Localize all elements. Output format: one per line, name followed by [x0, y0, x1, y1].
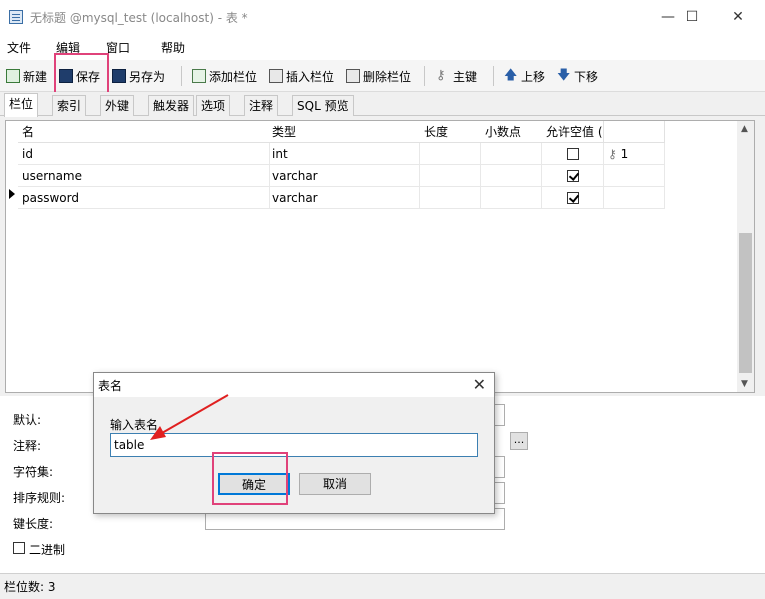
tab-foreign-keys[interactable]: 外键 [100, 95, 135, 116]
arrow-down-icon: 🡇 [557, 68, 571, 83]
row2-length[interactable] [420, 165, 481, 187]
move-down-label: 下移 [574, 69, 599, 84]
window-title: 无标题 @mysql_test (localhost) - 表 * [30, 11, 248, 25]
delete-field-label: 删除栏位 [363, 69, 412, 84]
row3-nullable-checkbox[interactable] [567, 192, 579, 204]
scroll-up-icon[interactable]: ▲ [741, 124, 748, 134]
title-bar: 无标题 @mysql_test (localhost) - 表 * — ☐ ✕ [0, 0, 765, 34]
maximize-button[interactable]: ☐ [669, 0, 715, 34]
table-designer-window: 无标题 @mysql_test (localhost) - 表 * — ☐ ✕ … [0, 0, 765, 599]
key-icon: ⚷ [436, 68, 446, 83]
close-button[interactable]: ✕ [715, 0, 761, 34]
row1-type[interactable]: int [268, 143, 420, 165]
menu-window[interactable]: 窗口 [106, 39, 130, 56]
menu-bar: 文件 编辑 窗口 帮助 [0, 34, 765, 60]
row1-decimal[interactable] [481, 143, 542, 165]
save-as-button[interactable]: 另存为 [112, 66, 165, 86]
save-as-icon [112, 69, 126, 83]
scroll-down-icon[interactable]: ▼ [741, 379, 748, 389]
table-name-label: 输入表名 [110, 418, 159, 432]
toolbar-separator [424, 66, 425, 86]
move-up-button[interactable]: 🡅 上移 [504, 66, 545, 86]
charset-label: 字符集: [13, 465, 54, 479]
header-nullable[interactable]: 允许空值 ( [542, 121, 604, 143]
menu-file[interactable]: 文件 [7, 39, 31, 56]
field-count: 栏位数: 3 [4, 580, 56, 594]
comment-ellipsis-button[interactable]: ... [510, 432, 528, 450]
tab-bar: 栏位 索引 外键 触发器 选项 注释 SQL 预览 [0, 92, 765, 117]
row2-key-cell [604, 165, 665, 187]
scroll-thumb[interactable] [739, 233, 752, 373]
row2-name[interactable]: username [18, 165, 270, 187]
insert-field-label: 插入栏位 [286, 69, 335, 84]
tab-indexes[interactable]: 索引 [52, 95, 87, 116]
new-button[interactable]: 新建 [6, 66, 47, 86]
toolbar-separator [181, 66, 182, 86]
ok-highlight-box [212, 452, 288, 505]
new-table-icon [6, 69, 20, 83]
insert-field-icon [269, 69, 283, 83]
row1-nullable-checkbox[interactable] [567, 148, 579, 160]
row1-name[interactable]: id [18, 143, 270, 165]
tab-options[interactable]: 选项 [196, 95, 231, 116]
add-field-label: 添加栏位 [209, 69, 258, 84]
arrow-up-icon: 🡅 [504, 68, 518, 83]
dialog-body: 输入表名 table 确定 取消 [94, 397, 494, 513]
move-down-button[interactable]: 🡇 下移 [557, 66, 598, 86]
table-icon [9, 10, 23, 24]
fields-grid: 名 类型 长度 小数点 允许空值 ( id int ⚷ 1 username v… [5, 120, 755, 393]
row2-decimal[interactable] [481, 165, 542, 187]
add-field-icon [192, 69, 206, 83]
row3-name[interactable]: password [18, 187, 270, 209]
row1-length[interactable] [420, 143, 481, 165]
header-decimal[interactable]: 小数点 [481, 121, 543, 143]
row3-key-cell [604, 187, 665, 209]
row3-decimal[interactable] [481, 187, 542, 209]
row3-type[interactable]: varchar [268, 187, 420, 209]
move-up-label: 上移 [521, 69, 546, 84]
menu-help[interactable]: 帮助 [161, 39, 185, 56]
row3-length[interactable] [420, 187, 481, 209]
row2-nullable-checkbox[interactable] [567, 170, 579, 182]
delete-field-button[interactable]: 删除栏位 [346, 66, 411, 86]
header-type[interactable]: 类型 [268, 121, 422, 143]
save-as-label: 另存为 [129, 69, 166, 84]
delete-field-icon [346, 69, 360, 83]
header-name[interactable]: 名 [18, 121, 272, 143]
dialog-title: 表名 [98, 379, 123, 393]
primary-key-button[interactable]: ⚷ 主键 [436, 66, 477, 86]
tab-triggers[interactable]: 触发器 [148, 95, 195, 116]
insert-field-button[interactable]: 插入栏位 [269, 66, 334, 86]
binary-label: 二进制 [29, 543, 66, 557]
toolbar: 新建 保存 另存为 添加栏位 插入栏位 删除栏位 ⚷ 主键 🡅 上移 🡇 下移 [0, 60, 765, 92]
save-highlight-box [54, 53, 109, 96]
current-row-indicator [9, 189, 15, 199]
default-label: 默认: [13, 413, 42, 427]
new-label: 新建 [23, 69, 48, 84]
table-name-dialog: 表名 ✕ 输入表名 table 确定 取消 [93, 372, 495, 514]
grid-vertical-scrollbar[interactable]: ▲ ▼ [737, 121, 754, 392]
tab-fields[interactable]: 栏位 [4, 93, 39, 117]
toolbar-separator [493, 66, 494, 86]
cancel-button[interactable]: 取消 [299, 473, 371, 495]
tab-comment[interactable]: 注释 [244, 95, 279, 116]
table-name-input[interactable]: table [110, 433, 478, 457]
collation-label: 排序规则: [13, 491, 66, 505]
header-length[interactable]: 长度 [420, 121, 482, 143]
tab-sql-preview[interactable]: SQL 预览 [292, 95, 354, 116]
status-bar: 栏位数: 3 [0, 573, 765, 599]
primary-key-label: 主键 [453, 69, 478, 84]
row1-key-order: 1 [620, 147, 629, 161]
header-key[interactable] [604, 121, 665, 143]
binary-checkbox[interactable] [13, 542, 25, 554]
row1-key-cell: ⚷ 1 [604, 143, 665, 165]
dialog-close-button[interactable]: ✕ [473, 375, 486, 394]
row2-type[interactable]: varchar [268, 165, 420, 187]
key-length-label: 键长度: [13, 517, 54, 531]
comment-label: 注释: [13, 439, 42, 453]
add-field-button[interactable]: 添加栏位 [192, 66, 257, 86]
key-icon: ⚷ [608, 147, 617, 161]
